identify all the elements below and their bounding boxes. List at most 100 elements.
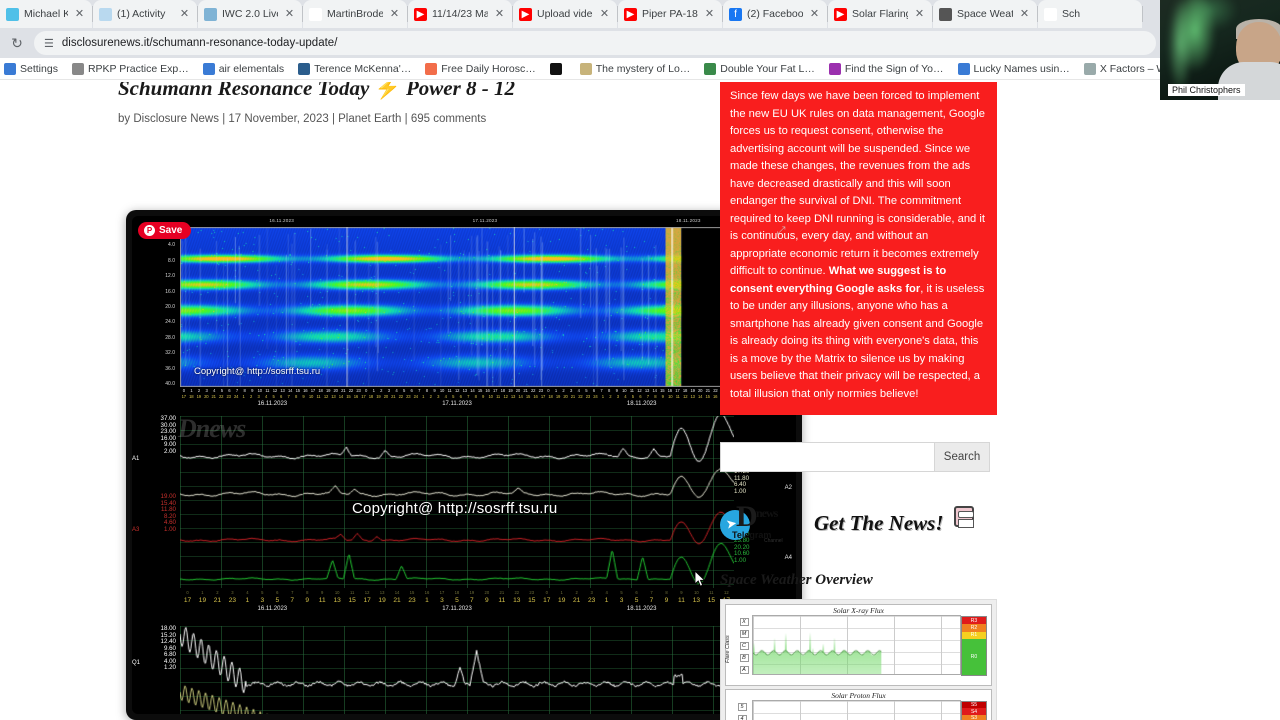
schumann-resonance-chart-image[interactable]: P Save ⤢ 16.11.2023 17.11.2023 18.11.2023 …	[126, 210, 802, 720]
tab-close-icon[interactable]: ✕	[493, 8, 506, 21]
browser-tab[interactable]: IWC 2.0 Lives ✕	[198, 0, 302, 28]
browser-tab[interactable]: ▶ 11/14/23 Mart ✕	[408, 0, 512, 28]
q1-tick: 1.20	[136, 665, 176, 672]
telegram-channel-label: Channel	[764, 538, 783, 544]
facebook-icon: f	[729, 8, 742, 21]
date-label: 16.11.2023	[180, 606, 365, 615]
bookmark-item[interactable]: Free Daily Horosc…	[425, 63, 536, 75]
hour-tick: 5	[629, 597, 644, 604]
chart-inner: P Save ⤢ 16.11.2023 17.11.2023 18.11.2023 …	[132, 216, 796, 714]
hour-tick: 13	[689, 394, 696, 399]
address-bar[interactable]: ☰ disclosurenews.it/schumann-resonance-t…	[34, 31, 1156, 55]
tab-close-icon[interactable]: ✕	[598, 8, 611, 21]
hour-tick: 19	[195, 394, 202, 399]
amplitude-a3-ticks: 19.00 15.40 11.80 8.20 4.60 1.00	[136, 494, 176, 533]
browser-tab[interactable]: D Sch	[1038, 0, 1142, 28]
webcam-overlay[interactable]: Phil Christophers	[1160, 0, 1280, 100]
youtube-icon: ▶	[624, 8, 637, 21]
search-form: Search	[720, 442, 990, 472]
tab-close-icon[interactable]: ✕	[808, 8, 821, 21]
bookmark-favicon	[4, 63, 16, 75]
hour-tick: 5	[255, 590, 270, 595]
hour-tick: 9	[300, 394, 307, 399]
hour-tick: 13	[330, 597, 345, 604]
bookmark-item[interactable]: RPKP Practice Exp…	[72, 63, 189, 75]
hour-tick: 7	[285, 590, 300, 595]
pinterest-save-button[interactable]: P Save	[138, 222, 191, 239]
hour-tick: 9	[248, 388, 256, 393]
site-settings-icon[interactable]: ☰	[44, 37, 54, 50]
hour-tick: 11	[315, 394, 322, 399]
browser-tab[interactable]: ▶ Piper PA-18 S ✕	[618, 0, 722, 28]
hour-tick: 12	[681, 394, 688, 399]
space-weather-overview-widget[interactable]: Solar X-ray Flux Flare Class XMCBA R3 R2 R…	[720, 599, 997, 720]
hour-tick: 19	[554, 394, 561, 399]
browser-tab[interactable]: ▶ Solar Flaring ✕	[828, 0, 932, 28]
bookmark-favicon	[203, 63, 215, 75]
tab-title: Solar Flaring	[852, 8, 908, 20]
hour-tick: 1	[599, 597, 614, 604]
bookmark-item[interactable]: air elementals	[203, 63, 284, 75]
search-input[interactable]	[720, 442, 934, 472]
browser-tab[interactable]: ▶ Upload videos ✕	[513, 0, 617, 28]
tab-close-icon[interactable]: ✕	[1018, 8, 1031, 21]
post-comments[interactable]: 695 comments	[411, 113, 486, 125]
browser-tab[interactable]: Space Weath ✕	[933, 0, 1037, 28]
tab-title: (2) Facebook	[747, 8, 803, 20]
scale-band: R0	[962, 639, 986, 675]
tab-close-icon[interactable]: ✕	[178, 8, 191, 21]
browser-tab[interactable]: Michael K Jac ✕	[0, 0, 92, 28]
tab-title: MartinBrodel	[327, 8, 383, 20]
reload-icon[interactable]: ↻	[8, 34, 26, 52]
bookmark-item[interactable]	[550, 63, 566, 75]
bookmark-item[interactable]: The mystery of Lo…	[580, 63, 691, 75]
tab-close-icon[interactable]: ✕	[283, 8, 296, 21]
expand-icon[interactable]: ⤢	[774, 224, 788, 238]
consent-notice: Since few days we have been forced to im…	[720, 82, 997, 415]
robot-icon	[954, 506, 974, 527]
hour-tick: 5	[400, 388, 408, 393]
search-button[interactable]: Search	[934, 442, 990, 472]
bookmark-item[interactable]: Terence McKenna'…	[298, 63, 411, 75]
telegram-banner[interactable]: D news Telegram Channel Get The News!	[720, 502, 990, 544]
hour-tick: 18	[187, 394, 194, 399]
tab-close-icon[interactable]: ✕	[388, 8, 401, 21]
hour-tick: 20	[696, 388, 704, 393]
hour-tick: 11	[674, 597, 689, 604]
tab-close-icon[interactable]: ✕	[913, 8, 926, 21]
post-category[interactable]: Planet Earth	[338, 113, 401, 125]
bookmark-item[interactable]: Find the Sign of Yo…	[829, 63, 944, 75]
hour-tick: 6	[270, 590, 285, 595]
bookmarks-bar: Settings RPKP Practice Exp… air elementals…	[0, 58, 1280, 80]
browser-tab[interactable]: (1) Activity ✕	[93, 0, 197, 28]
hour-tick: 17	[491, 388, 499, 393]
hour-tick: 9	[315, 590, 330, 595]
amplitude-x-ticks: 17 19 21 23 1 3 5 7 9 11 13 15 17 19 21 23 1 3 5 7 9 11 13 15 17…	[180, 597, 734, 604]
hour-tick: 16	[484, 388, 492, 393]
bookmark-item[interactable]: Lucky Names usin…	[958, 63, 1070, 75]
hour-tick: 3	[584, 590, 599, 595]
tab-close-icon[interactable]: ✕	[73, 8, 86, 21]
hour-tick: 8	[472, 394, 479, 399]
tab-strip: Michael K Jac✕(1) Activity✕IWC 2.0 Lives…	[0, 0, 1280, 28]
bookmark-label: The mystery of Lo…	[596, 63, 691, 75]
browser-tab[interactable]: M MartinBrodel ✕	[303, 0, 407, 28]
hour-tick: 10	[689, 590, 704, 595]
frequency-tick: 20.0	[165, 304, 175, 310]
tab-close-icon[interactable]: ✕	[703, 8, 716, 21]
post-author[interactable]: by Disclosure News	[118, 113, 219, 125]
hour-tick: 4	[240, 590, 255, 595]
bookmark-item[interactable]: Settings	[4, 63, 58, 75]
frequency-tick: 32.0	[165, 350, 175, 356]
flare-class-tick: B	[740, 654, 749, 662]
hour-tick: 23	[355, 388, 363, 393]
bookmark-item[interactable]: Double Your Fat L…	[704, 63, 815, 75]
hour-tick: 21	[704, 388, 712, 393]
hour-tick: 12	[360, 590, 375, 595]
tab-title: IWC 2.0 Lives	[222, 8, 278, 20]
post-meta: by Disclosure News | 17 November, 2023 |…	[118, 113, 818, 125]
hour-tick: 5	[270, 597, 285, 604]
hour-tick: 14	[337, 394, 344, 399]
browser-tab[interactable]: f (2) Facebook ✕	[723, 0, 827, 28]
hour-tick: 8	[652, 394, 659, 399]
